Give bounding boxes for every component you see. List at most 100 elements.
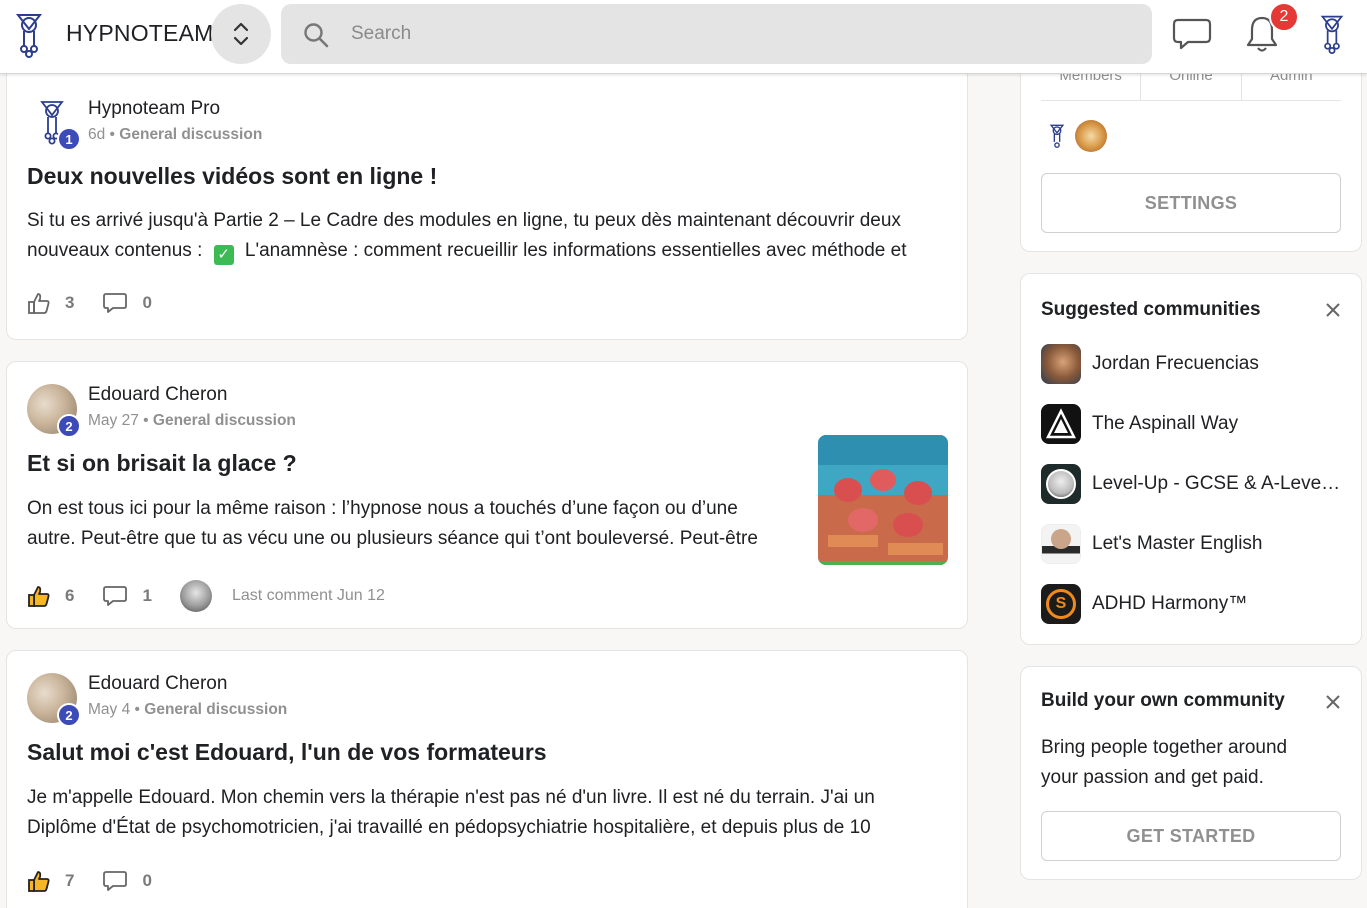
thumbs-up-filled-icon [28,871,50,892]
level-badge: 2 [57,703,81,727]
community-icon [1041,404,1081,444]
post-category[interactable]: General discussion [153,412,296,429]
community-name: Level-Up - GCSE & A-Level ... [1092,473,1341,494]
community-name: The Aspinall Way [1092,413,1239,434]
excerpt-line: Si tu es arrivé jusqu'à Partie 2 – Le Ca… [27,210,901,231]
community-switcher-button[interactable] [211,4,271,64]
post-time: May 27 [88,412,139,429]
post-author[interactable]: Hypnoteam Pro [88,98,220,120]
community-icon [1041,344,1081,384]
comment-count: 0 [142,293,152,312]
build-description-line: your passion and get paid. [1041,767,1264,788]
community-about-card: Members Online Admin SETTINGS [1020,60,1362,252]
search-bar [281,4,1152,64]
post-card[interactable]: 2 Edouard Cheron May 4 • General discuss… [6,650,968,908]
comment-button[interactable]: 0 [102,869,152,893]
last-comment-text: Last comment Jun 12 [231,587,385,604]
comment-icon [103,871,128,891]
like-count: 6 [65,586,75,605]
community-item[interactable]: S ADHD Harmony™ [1041,584,1341,624]
member-avatar[interactable] [1075,120,1107,152]
excerpt-line: Je m'appelle Edouard. Mon chemin vers la… [27,787,875,808]
community-name: Let's Master English [1092,533,1263,554]
like-count: 7 [65,871,75,890]
like-button[interactable]: 3 [27,291,74,315]
post-time: 6d [88,126,106,143]
post-author[interactable]: Edouard Cheron [88,673,227,695]
level-badge: 1 [57,127,81,151]
post-author[interactable]: Edouard Cheron [88,384,227,406]
post-meta: May 27 • General discussion [88,412,296,429]
post-thumbnail-image[interactable] [818,435,948,565]
aspinall-logo-icon [1045,408,1077,439]
settings-button[interactable]: SETTINGS [1041,173,1341,233]
post-category[interactable]: General discussion [119,126,262,143]
post-meta: May 4 • General discussion [88,701,288,718]
post-meta: 6d • General discussion [88,126,263,143]
community-icon [1041,464,1081,504]
post-actions: 3 0 [27,291,180,315]
post-excerpt[interactable]: On est tous ici pour la même raison : l’… [27,494,758,554]
post-title[interactable]: Et si on brisait la glace ? [27,450,297,477]
like-count: 3 [65,293,75,312]
comment-button[interactable]: 1 [102,584,152,608]
suggested-communities-card: Suggested communities Jordan Frecuencias… [1020,273,1362,645]
comment-button[interactable]: 0 [102,291,152,315]
post-excerpt[interactable]: Je m'appelle Edouard. Mon chemin vers la… [27,783,875,843]
close-icon[interactable] [1323,692,1343,712]
community-item[interactable]: Let's Master English [1041,524,1341,564]
hypnoteam-logo-icon[interactable] [14,12,44,58]
excerpt-line: On est tous ici pour la même raison : l’… [27,498,738,519]
community-item[interactable]: The Aspinall Way [1041,404,1341,444]
build-title: Build your own community [1041,690,1285,711]
search-icon [304,23,329,48]
like-button[interactable]: 7 [27,869,74,893]
post-actions: 6 1 Last comment Jun 12 [27,580,385,612]
community-name: Jordan Frecuencias [1092,353,1259,374]
post-excerpt[interactable]: Si tu es arrivé jusqu'à Partie 2 – Le Ca… [27,206,906,266]
excerpt-text: nouveaux contenus : [27,240,203,261]
build-community-card: Build your own community Bring people to… [1020,666,1362,880]
post-actions: 7 0 [27,869,180,893]
commenter-avatar [179,580,212,612]
notification-count-badge: 2 [1269,2,1299,32]
comment-count: 0 [142,871,152,890]
close-icon[interactable] [1323,300,1343,320]
community-item[interactable]: Jordan Frecuencias [1041,344,1341,384]
classroom-thumbnail-graphic [818,435,948,565]
excerpt-text: L'anamnèse : comment recueillir les info… [244,240,907,261]
post-title[interactable]: Deux nouvelles vidéos sont en ligne ! [27,163,437,190]
community-icon [1041,524,1081,564]
post-time: May 4 [88,701,131,718]
excerpt-line: Diplôme d'État de psychomotricien, j'ai … [27,817,871,838]
last-comment[interactable]: Last comment Jun 12 [179,580,385,612]
chevron-up-down-icon [233,22,249,46]
search-input[interactable] [351,4,1131,64]
top-bar: HYPNOTEAM 2 [0,0,1367,74]
checkmark-emoji-icon: ✓ [213,245,234,265]
suggested-title: Suggested communities [1041,299,1261,320]
community-item[interactable]: Level-Up - GCSE & A-Level ... [1041,464,1341,504]
post-category[interactable]: General discussion [144,701,287,718]
get-started-button[interactable]: GET STARTED [1041,811,1341,861]
thumbs-up-filled-icon [28,586,50,607]
build-description-line: Bring people together around [1041,737,1288,758]
post-card[interactable]: 2 Edouard Cheron May 27 • General discus… [6,361,968,629]
community-icon: S [1041,584,1081,624]
comment-icon [103,293,128,313]
user-avatar-icon[interactable] [1318,14,1346,54]
member-avatar-logo[interactable] [1049,123,1065,149]
chat-icon[interactable] [1172,16,1212,52]
like-button[interactable]: 6 [27,584,74,608]
community-name[interactable]: HYPNOTEAM [66,20,213,47]
post-title[interactable]: Salut moi c'est Edouard, l'un de vos for… [27,739,547,766]
comment-count: 1 [142,586,152,605]
excerpt-line: nouveaux contenus : ✓ L'anamnèse : comme… [27,236,906,266]
thumbs-up-icon [28,293,50,314]
excerpt-line: autre. Peut-être que tu as vécu une ou p… [27,528,758,549]
build-description: Bring people together around your passio… [1041,733,1287,793]
comment-icon [103,586,128,606]
post-card[interactable]: 1 Hypnoteam Pro 6d • General discussion … [6,70,968,340]
community-name: ADHD Harmony™ [1092,593,1248,614]
level-badge: 2 [57,414,81,438]
